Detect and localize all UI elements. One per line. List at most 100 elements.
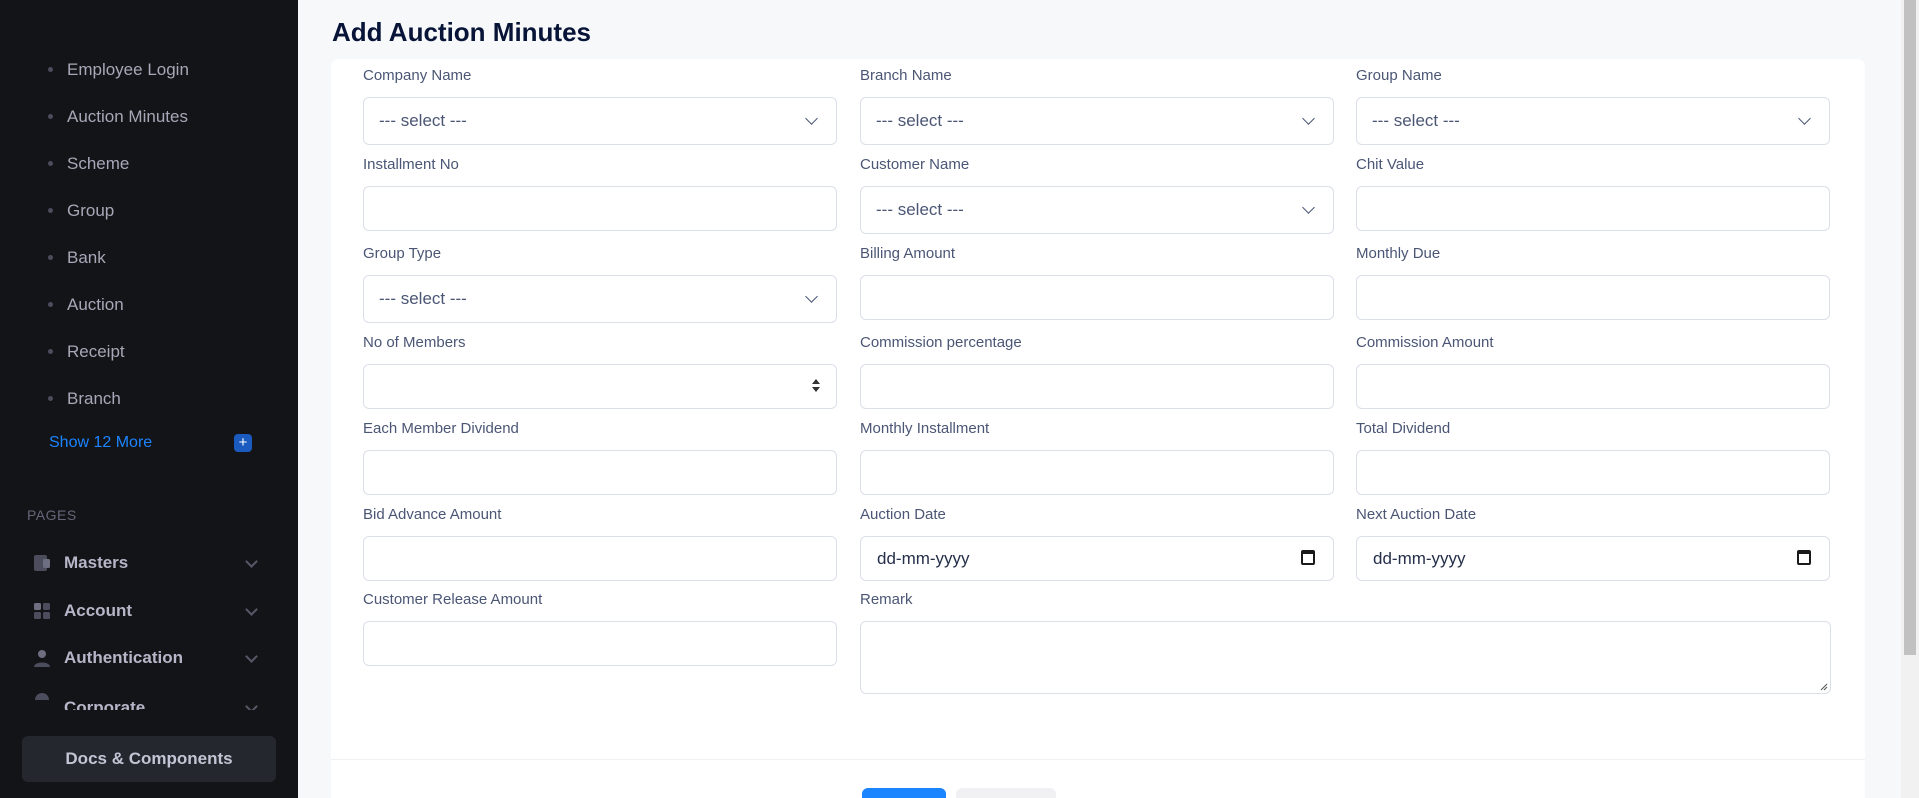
sidebar-item-receipt[interactable]: Receipt xyxy=(0,328,298,375)
group-name-field: Group Name --- select --- xyxy=(1356,67,1830,145)
branch-name-select[interactable]: --- select --- xyxy=(860,97,1334,145)
commission-amount-input[interactable] xyxy=(1356,364,1830,409)
sidebar-item-branch[interactable]: Branch xyxy=(0,375,298,422)
commission-percentage-field: Commission percentage xyxy=(860,334,1334,409)
commission-amount-label: Commission Amount xyxy=(1356,334,1494,351)
bullet-icon xyxy=(48,114,53,119)
total-dividend-input[interactable] xyxy=(1356,450,1830,495)
bullet-icon xyxy=(48,349,53,354)
branch-name-value: --- select --- xyxy=(876,111,964,130)
sidebar-item-label: Auction xyxy=(67,294,124,314)
installment-no-field: Installment No xyxy=(363,156,837,231)
menu-item-masters[interactable]: Masters xyxy=(32,548,262,578)
auction-date-value: dd-mm-yyyy xyxy=(877,549,970,568)
bullet-icon xyxy=(48,396,53,401)
sidebar-item-label: Auction Minutes xyxy=(67,106,188,126)
menu-item-corporate[interactable]: Corporate xyxy=(32,690,262,710)
group-name-select[interactable]: --- select --- xyxy=(1356,97,1830,145)
sidebar-item-bank[interactable]: Bank xyxy=(0,234,298,281)
submit-button[interactable] xyxy=(862,788,946,798)
chevron-down-icon xyxy=(805,290,818,303)
calendar-icon[interactable] xyxy=(1301,550,1315,565)
chevron-down-icon xyxy=(1798,112,1811,125)
resize-handle-icon[interactable] xyxy=(1818,681,1828,691)
each-member-dividend-input[interactable] xyxy=(363,450,837,495)
sidebar-list: Employee Login Auction Minutes Scheme Gr… xyxy=(0,46,298,422)
sidebar-item-employee-login[interactable]: Employee Login xyxy=(0,46,298,93)
bullet-icon xyxy=(48,302,53,307)
sidebar-item-auction-minutes[interactable]: Auction Minutes xyxy=(0,93,298,140)
customer-name-field: Customer Name --- select --- xyxy=(860,156,1334,234)
sidebar: Employee Login Auction Minutes Scheme Gr… xyxy=(0,0,298,798)
menu-item-label: Corporate xyxy=(64,698,146,710)
bid-advance-amount-field: Bid Advance Amount xyxy=(363,506,837,581)
page-scrollbar[interactable] xyxy=(1901,0,1919,798)
monthly-due-input[interactable] xyxy=(1356,275,1830,320)
group-type-label: Group Type xyxy=(363,245,442,262)
auction-date-input[interactable]: dd-mm-yyyy xyxy=(860,536,1334,581)
sidebar-item-label: Scheme xyxy=(67,153,130,173)
next-auction-date-value: dd-mm-yyyy xyxy=(1373,549,1466,568)
corporate-icon xyxy=(32,690,52,710)
customer-release-amount-input[interactable] xyxy=(363,621,837,666)
chevron-down-icon xyxy=(245,554,258,568)
company-name-select[interactable]: --- select --- xyxy=(363,97,837,145)
sidebar-item-group[interactable]: Group xyxy=(0,187,298,234)
group-type-select[interactable]: --- select --- xyxy=(363,275,837,323)
next-auction-date-input[interactable]: dd-mm-yyyy xyxy=(1356,536,1830,581)
remark-label: Remark xyxy=(860,591,913,608)
show-more-button[interactable]: Show 12 More + xyxy=(49,432,252,454)
sidebar-item-label: Group xyxy=(67,200,115,220)
each-member-dividend-label: Each Member Dividend xyxy=(363,420,519,437)
customer-name-select[interactable]: --- select --- xyxy=(860,186,1334,234)
bid-advance-amount-input[interactable] xyxy=(363,536,837,581)
group-name-value: --- select --- xyxy=(1372,111,1460,130)
menu-item-authentication[interactable]: Authentication xyxy=(32,643,262,673)
billing-amount-input[interactable] xyxy=(860,275,1334,320)
form-card: Company Name --- select --- Branch Name … xyxy=(331,59,1865,798)
installment-no-input[interactable] xyxy=(363,186,837,231)
chevron-down-icon xyxy=(1302,201,1315,214)
auction-date-field: Auction Date dd-mm-yyyy xyxy=(860,506,1334,581)
user-icon xyxy=(32,648,52,668)
branch-name-label: Branch Name xyxy=(860,67,952,84)
bullet-icon xyxy=(48,208,53,213)
menu-item-account[interactable]: Account xyxy=(32,596,262,626)
customer-release-amount-label: Customer Release Amount xyxy=(363,591,543,608)
group-type-value: --- select --- xyxy=(379,289,467,308)
group-name-label: Group Name xyxy=(1356,67,1442,84)
plus-icon: + xyxy=(234,434,252,452)
chevron-down-icon xyxy=(245,602,258,616)
number-spinner-icon[interactable] xyxy=(811,377,821,397)
chit-value-label: Chit Value xyxy=(1356,156,1425,173)
menu-item-label: Authentication xyxy=(64,648,183,667)
sidebar-item-auction[interactable]: Auction xyxy=(0,281,298,328)
bullet-icon xyxy=(48,67,53,72)
monthly-installment-input[interactable] xyxy=(860,450,1334,495)
monthly-due-field: Monthly Due xyxy=(1356,245,1830,320)
pages-section-label: PAGES xyxy=(27,507,77,523)
calendar-icon[interactable] xyxy=(1797,550,1811,565)
menu-item-label: Masters xyxy=(64,553,129,572)
sidebar-item-label: Employee Login xyxy=(67,59,189,79)
sidebar-item-label: Receipt xyxy=(67,341,125,361)
remark-textarea[interactable] xyxy=(860,621,1831,694)
no-of-members-input[interactable] xyxy=(363,364,837,409)
company-name-label: Company Name xyxy=(363,67,472,84)
chevron-down-icon xyxy=(245,649,258,663)
group-type-field: Group Type --- select --- xyxy=(363,245,837,323)
commission-percentage-label: Commission percentage xyxy=(860,334,1022,351)
sidebar-item-scheme[interactable]: Scheme xyxy=(0,140,298,187)
sidebar-item-label: Branch xyxy=(67,388,121,408)
docs-components-button[interactable]: Docs & Components xyxy=(22,736,276,782)
chevron-down-icon xyxy=(1302,112,1315,125)
customer-name-label: Customer Name xyxy=(860,156,970,173)
installment-no-label: Installment No xyxy=(363,156,459,173)
commission-percentage-input[interactable] xyxy=(860,364,1334,409)
each-member-dividend-field: Each Member Dividend xyxy=(363,420,837,495)
cancel-button[interactable] xyxy=(956,788,1056,798)
billing-amount-field: Billing Amount xyxy=(860,245,1334,320)
scrollbar-thumb[interactable] xyxy=(1904,0,1916,655)
chit-value-input[interactable] xyxy=(1356,186,1830,231)
total-dividend-field: Total Dividend xyxy=(1356,420,1830,495)
